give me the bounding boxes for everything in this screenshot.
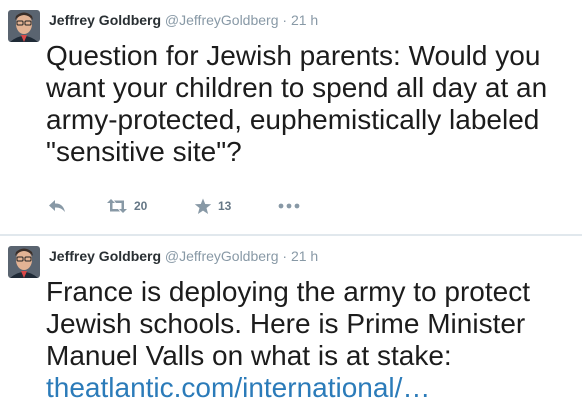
author-name[interactable]: Jeffrey Goldberg [49, 248, 161, 264]
more-button[interactable] [278, 194, 300, 218]
tweet-link[interactable]: theatlantic.com/international/… [46, 372, 430, 403]
tweet[interactable]: Jeffrey Goldberg @JeffreyGoldberg · 21 h… [0, 0, 582, 234]
author-handle[interactable]: @JeffreyGoldberg [165, 12, 279, 28]
tweet[interactable]: Jeffrey Goldberg @JeffreyGoldberg · 21 h… [0, 236, 582, 414]
retweet-count: 20 [134, 199, 148, 213]
reply-button[interactable] [48, 194, 66, 218]
avatar-image [8, 246, 40, 278]
author-name[interactable]: Jeffrey Goldberg [49, 12, 161, 28]
tweet-text: Question for Jewish parents: Would you w… [46, 40, 548, 167]
reply-icon [49, 200, 65, 212]
timestamp[interactable]: 21 h [291, 248, 318, 264]
avatar[interactable] [8, 10, 40, 42]
star-icon [194, 198, 212, 214]
separator: · [282, 248, 288, 264]
tweet-text: France is deploying the army to protect … [46, 276, 531, 371]
retweet-button[interactable]: 20 [106, 194, 147, 218]
favorite-count: 13 [218, 199, 232, 213]
tweet-text-block: France is deploying the army to protect … [46, 276, 576, 404]
tweet-header: Jeffrey Goldberg @JeffreyGoldberg · 21 h [49, 12, 318, 28]
separator: · [282, 12, 288, 28]
avatar[interactable] [8, 246, 40, 278]
tweet-header: Jeffrey Goldberg @JeffreyGoldberg · 21 h [49, 248, 318, 264]
timestamp[interactable]: 21 h [291, 12, 318, 28]
avatar-image [8, 10, 40, 42]
more-icon [278, 203, 300, 209]
favorite-button[interactable]: 13 [194, 194, 231, 218]
author-handle[interactable]: @JeffreyGoldberg [165, 248, 279, 264]
retweet-icon [107, 199, 127, 213]
tweet-actions: 20 13 [48, 194, 348, 218]
